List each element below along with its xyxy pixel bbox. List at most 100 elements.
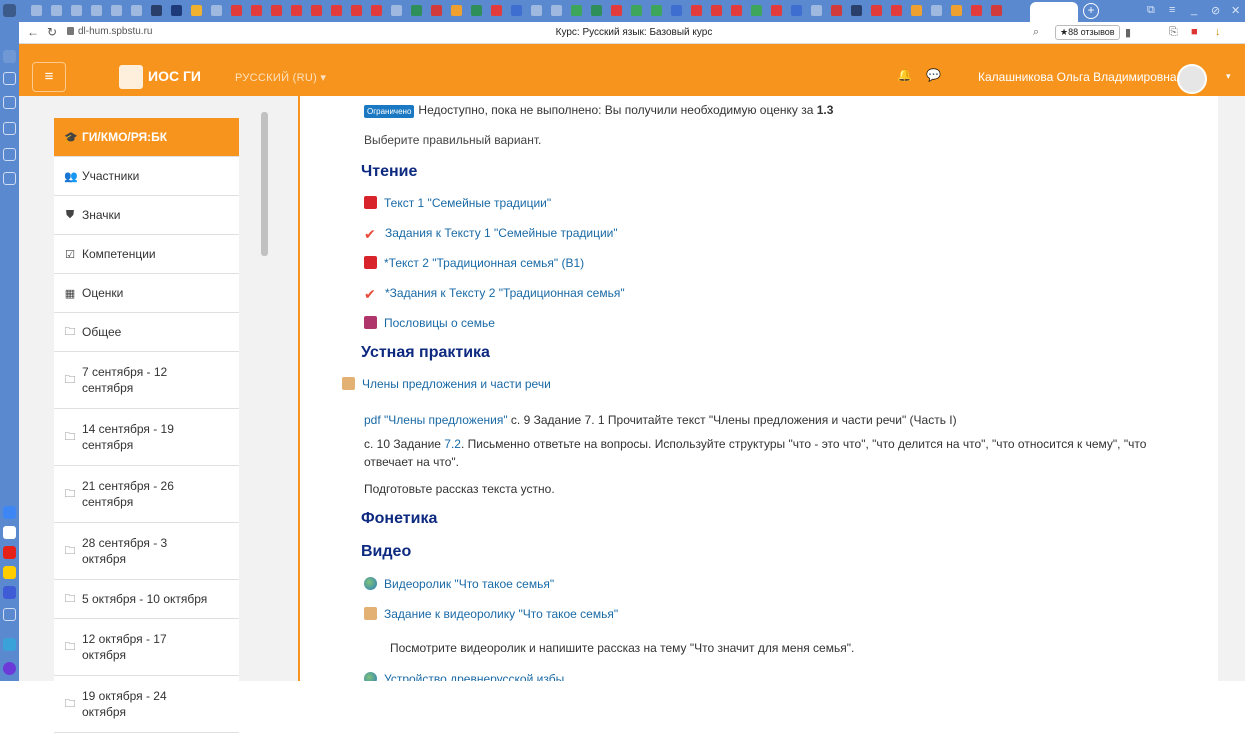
sidebar-item[interactable]: 🗀 28 сентября - 3 октября <box>54 523 239 580</box>
back-icon[interactable]: ← <box>27 25 39 39</box>
activity-item[interactable]: ✔ *Задания к Тексту 2 "Традиционная семья… <box>364 286 625 302</box>
tab-favicon-icon[interactable] <box>591 5 602 16</box>
drawer-toggle-button[interactable]: ≡ <box>32 62 66 92</box>
collections-icon[interactable]: ⎘ <box>1169 26 1178 39</box>
activity-link[interactable]: Члены предложения и части речи <box>362 377 551 391</box>
active-tab[interactable] <box>1030 2 1078 22</box>
activity-item[interactable]: *Текст 2 "Традиционная семья" (В1) <box>364 256 584 270</box>
tab-favicon-icon[interactable] <box>291 5 302 16</box>
site-logo-icon[interactable] <box>119 65 143 89</box>
tab-favicon-icon[interactable] <box>531 5 542 16</box>
docs-icon[interactable] <box>3 506 16 519</box>
reload-icon[interactable]: ↻ <box>47 25 57 39</box>
tab-favicon-icon[interactable] <box>451 5 462 16</box>
tab-favicon-icon[interactable] <box>151 5 162 16</box>
activity-link[interactable]: Устройство древнерусской избы <box>384 672 564 681</box>
gmail-icon[interactable] <box>3 526 16 539</box>
tab-favicon-icon[interactable] <box>131 5 142 16</box>
alice-icon[interactable] <box>3 662 16 675</box>
activity-link[interactable]: *Текст 2 "Традиционная семья" (В1) <box>384 256 584 270</box>
tab-favicon-icon[interactable] <box>551 5 562 16</box>
tab-favicon-icon[interactable] <box>91 5 102 16</box>
tab-favicon-icon[interactable] <box>371 5 382 16</box>
activity-link[interactable]: Видеоролик "Что такое семья" <box>384 577 554 591</box>
extensions-icon[interactable] <box>3 172 16 185</box>
tab-favicon-icon[interactable] <box>971 5 982 16</box>
close-window-icon[interactable]: ✕ <box>1231 4 1240 17</box>
tab-favicon-icon[interactable] <box>491 5 502 16</box>
mail-icon[interactable] <box>3 566 16 579</box>
avatar[interactable] <box>1177 64 1207 94</box>
activity-item[interactable]: Устройство древнерусской избы <box>364 672 564 681</box>
bookmarks-icon[interactable] <box>3 96 16 109</box>
tab-favicon-icon[interactable] <box>511 5 522 16</box>
activity-item[interactable]: Текст 1 "Семейные традиции" <box>364 196 551 210</box>
drawer-scroll-thumb[interactable] <box>261 112 268 256</box>
search-icon[interactable]: ⌕ <box>1033 26 1039 39</box>
tab-list-icon[interactable]: ⧉ <box>1147 4 1155 17</box>
tab-favicon-icon[interactable] <box>831 5 842 16</box>
profile-icon[interactable] <box>3 50 16 63</box>
browser-logo-icon[interactable] <box>3 4 16 17</box>
tab-favicon-icon[interactable] <box>871 5 882 16</box>
new-tab-button[interactable]: + <box>1083 3 1099 19</box>
tab-favicon-icon[interactable] <box>931 5 942 16</box>
tab-favicon-icon[interactable] <box>311 5 322 16</box>
notifications-icon[interactable]: 🔔 <box>897 68 912 82</box>
activity-item[interactable]: ✔ Задания к Тексту 1 "Семейные традиции" <box>364 226 618 242</box>
tab-favicon-icon[interactable] <box>51 5 62 16</box>
add-panel-icon[interactable] <box>3 608 16 621</box>
tab-favicon-icon[interactable] <box>891 5 902 16</box>
language-menu[interactable]: РУССКИЙ (RU) ▾ <box>235 71 326 84</box>
youtube-icon[interactable] <box>3 546 16 559</box>
course-home-link[interactable]: 🎓 ГИ/КМО/РЯ:БК <box>54 118 239 157</box>
site-name-link[interactable]: ИОС ГИ <box>148 68 201 84</box>
task-link[interactable]: 7.2 <box>444 437 461 451</box>
telegram-icon[interactable] <box>3 638 16 651</box>
tab-favicon-icon[interactable] <box>391 5 402 16</box>
tab-favicon-icon[interactable] <box>631 5 642 16</box>
tab-favicon-icon[interactable] <box>411 5 422 16</box>
tab-favicon-icon[interactable] <box>171 5 182 16</box>
sidebar-item[interactable]: 🗀 21 сентября - 26 сентября <box>54 466 239 523</box>
tab-favicon-icon[interactable] <box>911 5 922 16</box>
sidebar-item[interactable]: 🗀 19 октября - 24 октября <box>54 676 239 733</box>
tab-favicon-icon[interactable] <box>671 5 682 16</box>
sidebar-item[interactable]: ⛊ Значки <box>54 196 239 235</box>
activity-item[interactable]: Члены предложения и части речи <box>342 377 551 391</box>
activity-item[interactable]: Задание к видеоролику "Что такое семья" <box>364 607 618 621</box>
tab-favicon-icon[interactable] <box>711 5 722 16</box>
history-icon[interactable] <box>3 72 16 85</box>
minimize-icon[interactable]: _ <box>1191 4 1197 16</box>
tab-favicon-icon[interactable] <box>351 5 362 16</box>
tab-favicon-icon[interactable] <box>771 5 782 16</box>
tab-favicon-icon[interactable] <box>791 5 802 16</box>
messenger-icon[interactable] <box>3 586 16 599</box>
tab-favicon-icon[interactable] <box>191 5 202 16</box>
tab-favicon-icon[interactable] <box>471 5 482 16</box>
tab-favicon-icon[interactable] <box>691 5 702 16</box>
activity-link[interactable]: Задания к Тексту 1 "Семейные традиции" <box>385 226 618 240</box>
pdf-link[interactable]: pdf "Члены предложения" <box>364 413 508 427</box>
tab-favicon-icon[interactable] <box>331 5 342 16</box>
tab-favicon-icon[interactable] <box>851 5 862 16</box>
sidebar-item[interactable]: ▦ Оценки <box>54 274 239 313</box>
user-menu-caret-icon[interactable]: ▾ <box>1226 71 1231 82</box>
tab-favicon-icon[interactable] <box>991 5 1002 16</box>
activity-link[interactable]: Текст 1 "Семейные традиции" <box>384 196 551 210</box>
tab-favicon-icon[interactable] <box>71 5 82 16</box>
tab-favicon-icon[interactable] <box>571 5 582 16</box>
extension-icon[interactable]: ■ <box>1191 26 1198 38</box>
tab-favicon-icon[interactable] <box>231 5 242 16</box>
sidebar-item[interactable]: 🗀 7 сентября - 12 сентября <box>54 352 239 409</box>
tab-favicon-icon[interactable] <box>271 5 282 16</box>
tab-favicon-icon[interactable] <box>811 5 822 16</box>
user-name[interactable]: Калашникова Ольга Владимировна <box>978 70 1177 84</box>
tab-favicon-icon[interactable] <box>111 5 122 16</box>
sidebar-item[interactable]: 🗀 12 октября - 17 октября <box>54 619 239 676</box>
tab-favicon-icon[interactable] <box>31 5 42 16</box>
activity-item[interactable]: Пословицы о семье <box>364 316 495 330</box>
sidebar-item[interactable]: 👥 Участники <box>54 157 239 196</box>
activity-item[interactable]: Видеоролик "Что такое семья" <box>364 577 554 591</box>
tab-favicon-icon[interactable] <box>651 5 662 16</box>
